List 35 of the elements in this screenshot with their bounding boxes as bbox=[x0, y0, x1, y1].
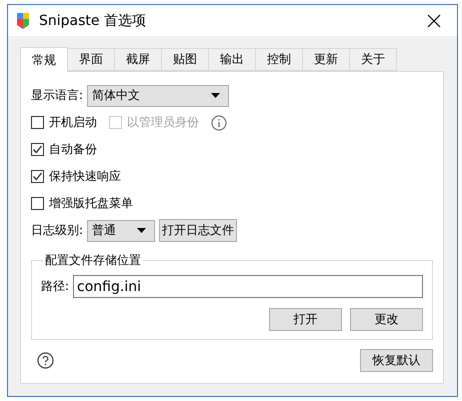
help-icon[interactable] bbox=[37, 352, 54, 369]
group-button[interactable]: 更改 bbox=[350, 308, 423, 331]
dropdown-caret-icon bbox=[211, 93, 220, 98]
dropdown-caret-icon bbox=[137, 228, 146, 233]
tab[interactable]: 输出 bbox=[208, 48, 256, 71]
tab[interactable]: 控制 bbox=[255, 48, 303, 71]
tab[interactable]: 截屏 bbox=[114, 48, 162, 71]
language-label: 显示语言: bbox=[31, 87, 84, 104]
checkbox[interactable] bbox=[31, 143, 44, 156]
open-log-button[interactable]: 打开日志文件 bbox=[159, 219, 238, 242]
tab[interactable]: 界面 bbox=[67, 48, 115, 71]
checkbox-label: 自动备份 bbox=[49, 141, 97, 158]
window-title: Snipaste 首选项 bbox=[39, 12, 147, 30]
checkbox-label: 开机启动 bbox=[49, 114, 97, 131]
group-button[interactable]: 打开 bbox=[269, 308, 342, 331]
tab[interactable]: 关于 bbox=[349, 48, 397, 71]
checkbox-label: 保持快速响应 bbox=[49, 168, 121, 185]
checkbox-label: 增强版托盘菜单 bbox=[49, 195, 133, 212]
checkbox[interactable] bbox=[31, 170, 44, 183]
log-level-dropdown[interactable]: 普通 bbox=[87, 220, 156, 242]
language-dropdown[interactable]: 简体中文 bbox=[87, 84, 230, 106]
restore-defaults-button[interactable]: 恢复默认 bbox=[360, 349, 433, 372]
group-title: 配置文件存储位置 bbox=[44, 252, 142, 269]
tab[interactable]: 更新 bbox=[302, 48, 350, 71]
checkbox-label: 以管理员身份 bbox=[127, 114, 199, 131]
tab[interactable]: 常规 bbox=[20, 47, 68, 72]
path-label: 路径: bbox=[41, 278, 70, 295]
path-field[interactable]: config.ini bbox=[73, 275, 423, 298]
close-icon bbox=[427, 14, 441, 28]
log-level-label: 日志级别: bbox=[31, 222, 84, 239]
checkbox[interactable] bbox=[31, 197, 44, 210]
info-icon[interactable] bbox=[211, 114, 227, 130]
app-logo-icon bbox=[17, 12, 29, 28]
checkbox[interactable] bbox=[31, 116, 44, 129]
tab[interactable]: 贴图 bbox=[161, 48, 209, 71]
